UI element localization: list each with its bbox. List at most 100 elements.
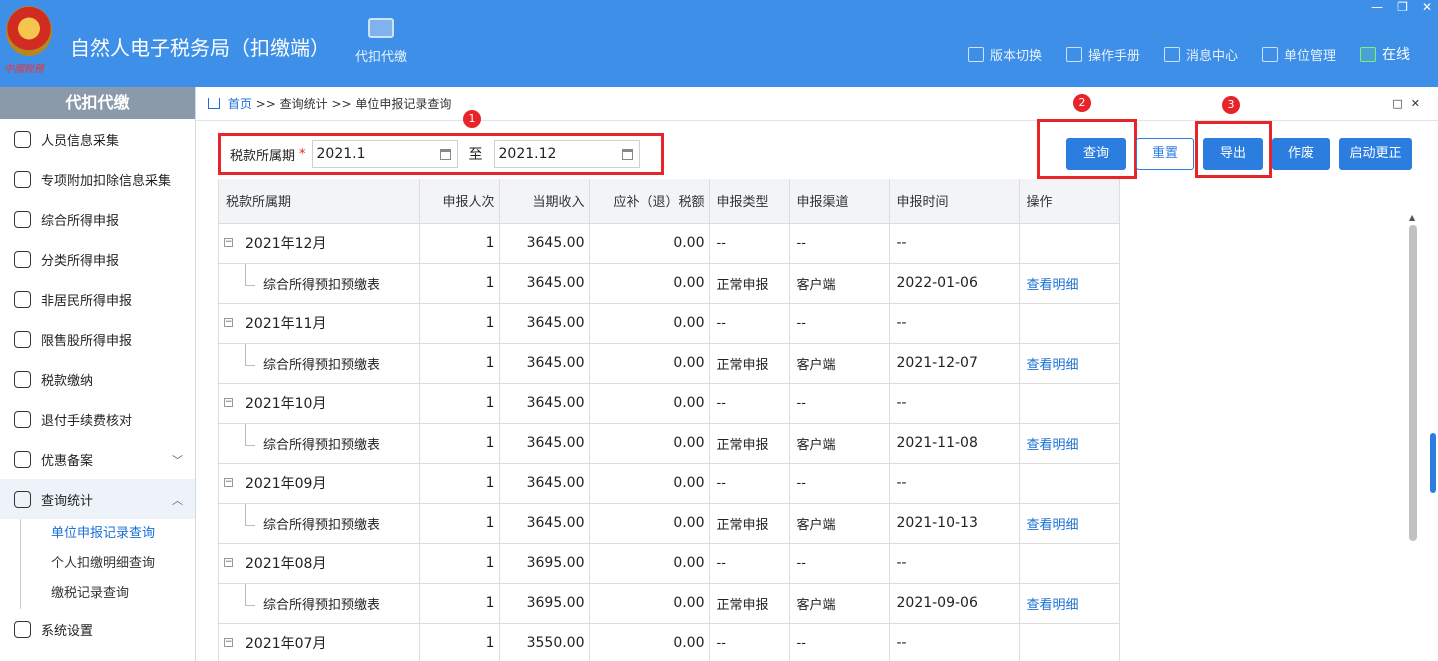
sidebar-item-restricted-stock[interactable]: 限售股所得申报 <box>0 319 195 359</box>
breadcrumb-level2: 查询统计 <box>279 97 328 111</box>
cell-channel: -- <box>789 463 890 504</box>
cell-tax: 0.00 <box>589 423 710 464</box>
sidebar-item-refund-fee[interactable]: 退付手续费核对 <box>0 399 195 439</box>
cell-income: 3645.00 <box>499 303 590 344</box>
manual-icon <box>1065 46 1082 62</box>
top-nav: 版本切换 操作手册 消息中心 单位管理 在线 <box>967 44 1410 64</box>
query-button[interactable]: 查询 <box>1066 138 1126 170</box>
nav-manual[interactable]: 操作手册 <box>1065 45 1140 64</box>
collapse-toggle-icon[interactable]: − <box>224 477 233 487</box>
sidebar-item-query-stats[interactable]: 查询统计 ︿ <box>0 479 195 519</box>
collapse-toggle-icon[interactable]: − <box>224 237 233 247</box>
sidebar-item-tax-payment[interactable]: 税款缴纳 <box>0 359 195 399</box>
sidebar-item-categorized[interactable]: 分类所得申报 <box>0 239 195 279</box>
module-withhold-button[interactable]: 代扣代缴 <box>350 18 412 65</box>
view-detail-link[interactable]: 查看明细 <box>1019 423 1120 464</box>
view-detail-link[interactable]: 查看明细 <box>1019 583 1120 624</box>
online-status[interactable]: 在线 <box>1360 44 1410 64</box>
restore-icon[interactable]: ❐ <box>1397 0 1408 14</box>
calendar-icon[interactable] <box>439 148 451 160</box>
view-detail-link[interactable]: 查看明细 <box>1019 263 1120 304</box>
tree-line <box>245 423 255 446</box>
cell-count: 1 <box>419 303 500 344</box>
step-badge-1: 1 <box>463 110 481 128</box>
nav-label: 单位管理 <box>1283 48 1336 64</box>
close-icon[interactable]: ✕ <box>1422 0 1432 14</box>
cell-tax: 0.00 <box>589 623 710 661</box>
sidebar-item-comprehensive[interactable]: 综合所得申报 <box>0 199 195 239</box>
cell-period: 综合所得预扣预缴表 <box>219 263 420 304</box>
sidebar-item-nonresident[interactable]: 非居民所得申报 <box>0 279 195 319</box>
sidebar-item-personnel[interactable]: 人员信息采集 <box>0 119 195 159</box>
maximize-icon[interactable]: □ <box>1392 97 1410 110</box>
scroll-up-icon[interactable]: ▲ <box>1409 213 1415 222</box>
breadcrumb-home[interactable]: 首页 <box>228 97 252 111</box>
home-icon <box>208 98 220 109</box>
minimize-icon[interactable]: — <box>1371 0 1383 14</box>
scrollbar-thumb[interactable] <box>1409 225 1417 541</box>
sidebar-item-special-deduction[interactable]: 专项附加扣除信息采集 <box>0 159 195 199</box>
nav-unit-management[interactable]: 单位管理 <box>1261 45 1336 64</box>
cell-count: 1 <box>419 343 500 384</box>
table-header-row: 税款所属期 申报人次 当期收入 应补（退）税额 申报类型 申报渠道 申报时间 操… <box>219 179 1120 224</box>
person-icon <box>14 290 31 308</box>
calendar-icon[interactable] <box>621 148 633 160</box>
submenu-tax-payment-query[interactable]: 缴税记录查询 <box>21 579 195 609</box>
collapse-toggle-icon[interactable]: − <box>224 317 233 327</box>
collapse-toggle-icon[interactable]: − <box>224 557 233 567</box>
side-drawer-handle[interactable] <box>1430 433 1436 493</box>
cell-tax: 0.00 <box>589 223 710 264</box>
cell-type: 正常申报 <box>709 503 790 544</box>
view-detail-link[interactable]: 查看明细 <box>1019 343 1120 384</box>
cell-type: -- <box>709 383 790 424</box>
collapse-toggle-icon[interactable]: − <box>224 637 233 647</box>
cell-period: − 2021年07月 <box>219 623 420 661</box>
period-text: 综合所得预扣预缴表 <box>263 597 381 613</box>
submenu-unit-declaration-query[interactable]: 单位申报记录查询 <box>21 519 195 549</box>
document-icon <box>967 46 984 62</box>
period-from-field[interactable]: 2021.1 <box>311 140 458 168</box>
cell-channel: -- <box>789 383 890 424</box>
export-button[interactable]: 导出 <box>1203 138 1263 170</box>
reset-button[interactable]: 重置 <box>1136 138 1194 170</box>
sidebar-item-label: 查询统计 <box>41 493 94 509</box>
collapse-toggle-icon[interactable]: − <box>224 397 233 407</box>
nav-messages[interactable]: 消息中心 <box>1163 45 1238 64</box>
tree-line <box>245 263 255 286</box>
period-text: 综合所得预扣预缴表 <box>263 437 381 453</box>
cell-income: 3645.00 <box>499 343 590 384</box>
view-detail-link[interactable]: 查看明细 <box>1019 503 1120 544</box>
sidebar-item-preferential-filing[interactable]: 优惠备案 ﹀ <box>0 439 195 479</box>
logo-caption: 中國稅務 <box>4 64 44 75</box>
sidebar-item-settings[interactable]: 系统设置 <box>0 609 195 649</box>
nav-version-switch[interactable]: 版本切换 <box>967 45 1042 64</box>
period-text: 2021年07月 <box>245 636 327 652</box>
breadcrumb-separator: >> <box>255 97 276 111</box>
list-icon <box>14 170 31 188</box>
col-tax: 应补（退）税额 <box>589 179 710 224</box>
void-button[interactable]: 作废 <box>1272 138 1330 170</box>
sidebar-heading: 代扣代缴 <box>0 87 195 119</box>
period-from-value: 2021.1 <box>316 146 366 162</box>
cell-channel: 客户端 <box>789 583 890 624</box>
cell-count: 1 <box>419 503 500 544</box>
start-correction-button[interactable]: 启动更正 <box>1339 138 1412 170</box>
online-label: 在线 <box>1382 47 1410 63</box>
layers-icon <box>14 210 31 228</box>
sidebar-item-label: 系统设置 <box>41 623 94 639</box>
cell-channel: -- <box>789 623 890 661</box>
cell-income: 3645.00 <box>499 263 590 304</box>
step-badge-3: 3 <box>1222 96 1240 114</box>
cell-type: 正常申报 <box>709 583 790 624</box>
cell-tax: 0.00 <box>589 263 710 304</box>
cell-tax: 0.00 <box>589 303 710 344</box>
cell-income: 3645.00 <box>499 463 590 504</box>
submenu-personal-withholding-query[interactable]: 个人扣缴明细查询 <box>21 549 195 579</box>
vertical-scrollbar[interactable]: ▲ <box>1408 213 1418 661</box>
sidebar-item-label: 税款缴纳 <box>41 373 94 389</box>
close-icon[interactable]: ✕ <box>1411 97 1428 110</box>
period-to-field[interactable]: 2021.12 <box>493 140 640 168</box>
cell-tax: 0.00 <box>589 383 710 424</box>
cell-channel: 客户端 <box>789 503 890 544</box>
cell-type: -- <box>709 223 790 264</box>
